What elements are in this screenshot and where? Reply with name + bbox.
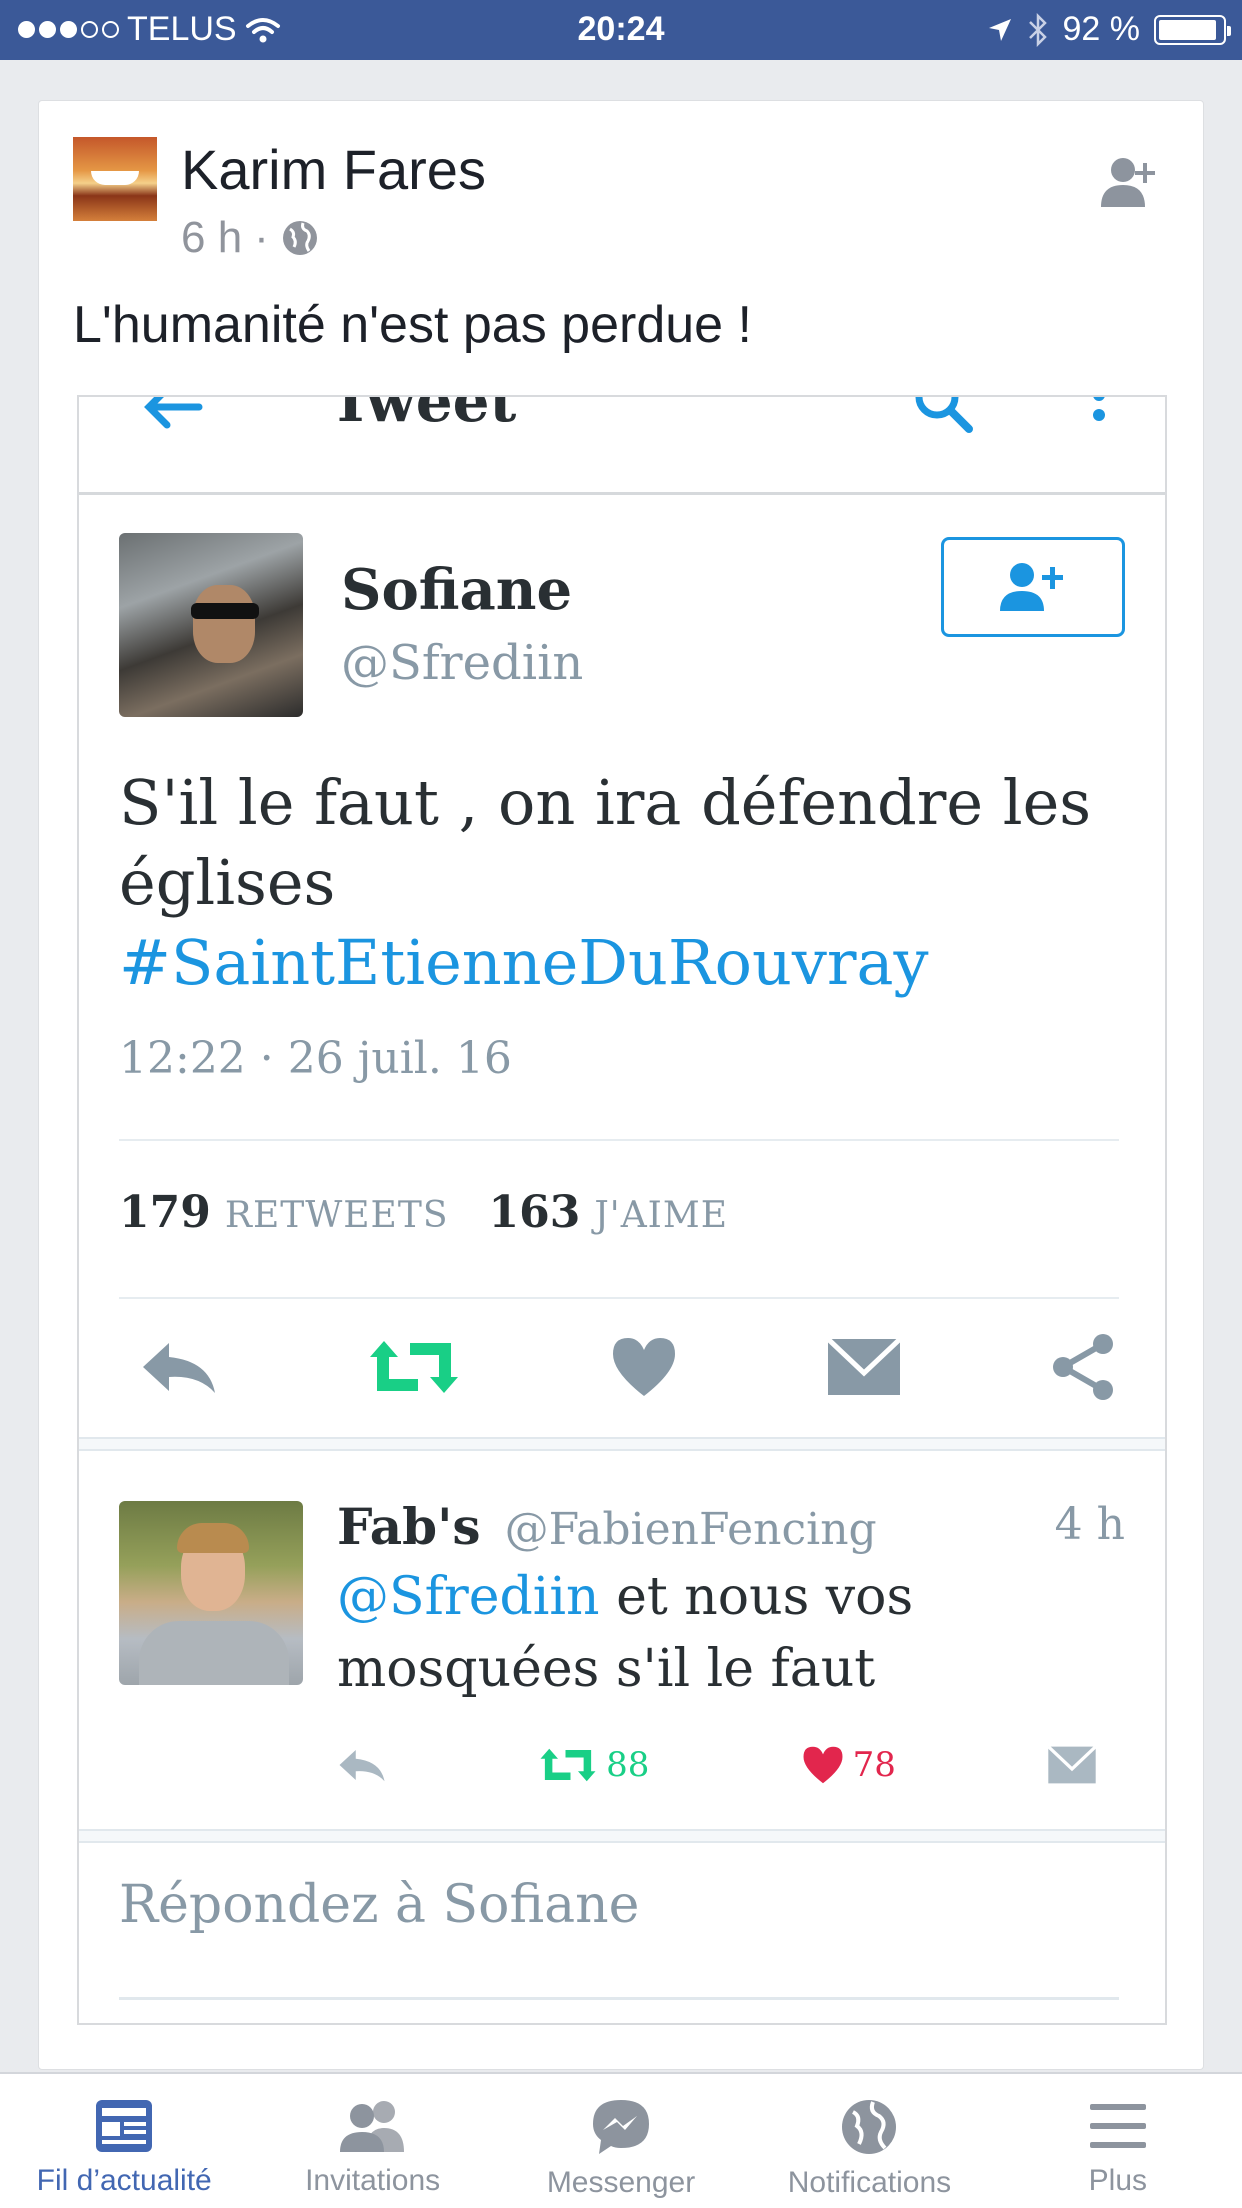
search-icon	[915, 397, 973, 433]
reply-likes: 78	[801, 1745, 896, 1785]
tweet-text: S'il le faut , on ira défendre les églis…	[119, 763, 1139, 1003]
friends-icon	[339, 2101, 404, 2152]
likes-count: 163	[488, 1187, 581, 1238]
status-right: 92 %	[987, 10, 1231, 49]
tab-label: Messenger	[546, 2166, 696, 2199]
tab-label: Fil d’actualité	[36, 2164, 212, 2197]
tweet-author-handle: @Sfrediin	[341, 635, 584, 691]
status-bar: TELUS 20:24 92 %	[0, 0, 1242, 60]
tweet-author-avatar	[119, 533, 303, 717]
retweet-icon	[370, 1341, 458, 1393]
post-text: L'humanité n'est pas perdue !	[73, 296, 752, 354]
reply-mention: @Sfrediin	[337, 1567, 600, 1627]
avatar[interactable]	[73, 137, 157, 221]
reply-input-underline	[119, 1997, 1119, 2000]
post-meta: 6 h ·	[181, 213, 319, 263]
reply-author-handle: @FabienFencing	[504, 1504, 877, 1555]
follow-button	[941, 537, 1125, 637]
tweet-body: S'il le faut , on ira défendre les églis…	[119, 766, 1092, 919]
reply-actions: 88 78	[337, 1735, 1097, 1795]
tab-label: Plus	[1088, 2164, 1147, 2197]
reply-icon	[143, 1343, 215, 1393]
add-friend-icon	[1101, 158, 1155, 207]
reply-time: 4 h	[1054, 1499, 1125, 1550]
retweets-count: 179	[119, 1187, 211, 1238]
location-arrow-icon	[988, 18, 1011, 41]
tweet-hashtag: #SaintEtienneDuRouvray	[119, 926, 929, 999]
tab-label: Notifications	[787, 2166, 952, 2199]
section-divider	[79, 1829, 1165, 1843]
more-options-icon	[1093, 397, 1105, 421]
tweet-header-title: Tweet	[329, 395, 517, 435]
tweet-header: Tweet	[79, 397, 1165, 495]
like-heart-icon	[613, 1338, 675, 1396]
reply-retweets-count: 88	[606, 1745, 650, 1785]
bluetooth-icon	[1028, 12, 1047, 47]
add-friend-button[interactable]	[1099, 153, 1159, 209]
reply-author-name: Fab's	[337, 1497, 481, 1556]
tweet-stats: 179 RETWEETS 163 J'AIME	[119, 1187, 728, 1238]
globe-icon	[842, 2100, 897, 2154]
reply-author-avatar	[119, 1501, 303, 1685]
back-arrow-icon	[144, 397, 203, 429]
meta-separator: ·	[254, 213, 269, 262]
divider	[119, 1297, 1119, 1299]
reply-header: Fab's @FabienFencing	[337, 1497, 877, 1556]
retweets-label: RETWEETS	[224, 1195, 449, 1236]
embedded-tweet-image[interactable]: Tweet Sofiane @Sfrediin S'il le faut , o…	[77, 395, 1167, 2025]
post-author[interactable]: Karim Fares	[181, 137, 486, 202]
tab-notifications[interactable]: Notifications	[745, 2074, 993, 2208]
tab-friend-requests[interactable]: Invitations	[248, 2074, 496, 2208]
reply-text: @Sfrediin et nous vos mosquées s'il le f…	[337, 1561, 1137, 1705]
follow-user-icon	[1000, 563, 1063, 611]
likes-label: J'AIME	[594, 1195, 729, 1236]
reply-icon	[339, 1750, 385, 1782]
section-divider	[79, 1437, 1165, 1451]
tweet-timestamp: 12:22 · 26 juil. 16	[119, 1033, 512, 1084]
tweet-actions	[139, 1327, 1119, 1407]
menu-icon	[1089, 2104, 1146, 2148]
globe-icon	[282, 221, 317, 255]
divider	[119, 1139, 1119, 1141]
battery-percent: 92 %	[1062, 10, 1141, 48]
news-feed-icon	[96, 2100, 153, 2152]
post-time[interactable]: 6 h	[181, 213, 242, 263]
direct-message-icon	[1047, 1745, 1097, 1784]
reply-retweets: 88	[538, 1745, 649, 1785]
share-icon	[1053, 1334, 1113, 1400]
post-card: Karim Fares 6 h · L'humanité n'est pas p…	[38, 100, 1204, 2070]
tweet-author-name: Sofiane	[341, 557, 573, 623]
like-heart-icon	[803, 1746, 843, 1784]
retweet-icon	[540, 1748, 596, 1782]
bottom-tab-bar: Fil d’actualité Invitations Messenger No…	[0, 2072, 1242, 2208]
messenger-icon	[593, 2100, 650, 2154]
reply-placeholder: Répondez à Sofiane	[119, 1875, 640, 1935]
tab-label: Invitations	[305, 2164, 441, 2197]
reply-likes-count: 78	[852, 1745, 896, 1785]
tab-messenger[interactable]: Messenger	[497, 2074, 745, 2208]
tab-more[interactable]: Plus	[994, 2074, 1242, 2208]
battery-icon	[1154, 14, 1231, 45]
direct-message-icon	[826, 1337, 902, 1395]
tab-news-feed[interactable]: Fil d’actualité	[0, 2074, 248, 2208]
